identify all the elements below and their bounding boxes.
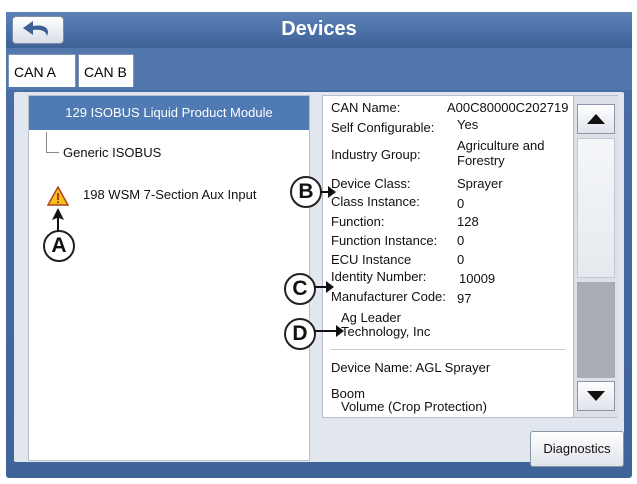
device-class-label: Device Class:: [331, 176, 411, 191]
device-details-panel: CAN Name: A00C80000C202719 Self Configur…: [322, 95, 618, 418]
scroll-up-button[interactable]: [577, 104, 615, 134]
class-instance-value: 0: [457, 196, 465, 211]
title-bar: Devices: [6, 12, 632, 48]
device-name: Device Name: AGL Sprayer: [331, 360, 491, 375]
page-title: Devices: [281, 18, 357, 40]
device-item-liquid-module[interactable]: 129 ISOBUS Liquid Product Module: [29, 96, 309, 130]
content-panel: 129 ISOBUS Liquid Product Module Generic…: [14, 92, 624, 467]
class-instance-label: Class Instance:: [331, 194, 420, 209]
scroll-down-button[interactable]: [577, 381, 615, 411]
details-divider: [331, 349, 565, 350]
ecu-instance-label: ECU Instance: [331, 252, 412, 267]
diagnostics-button[interactable]: Diagnostics: [530, 431, 624, 467]
identity-number-value: 10009: [459, 271, 496, 286]
devices-window: Devices CAN A CAN B 129 ISOBUS Liquid Pr…: [6, 12, 632, 478]
can-name-label: CAN Name:: [331, 100, 401, 115]
callout-a: A: [43, 230, 75, 262]
tab-can-a[interactable]: CAN A: [8, 54, 76, 87]
callout-c-arrow: [314, 281, 334, 293]
scroll-track[interactable]: [577, 282, 615, 378]
self-configurable-value: Yes: [457, 117, 479, 132]
function-instance-label: Function Instance:: [331, 233, 438, 248]
function-value: 128: [457, 214, 479, 229]
tree-connector: [46, 132, 59, 153]
tab-bar: CAN A CAN B: [6, 48, 632, 90]
callout-a-arrow: [52, 208, 64, 232]
manufacturer-name: Ag Leader Technology, Inc: [341, 310, 431, 339]
callout-c: C: [284, 273, 316, 305]
scroll-thumb[interactable]: [577, 138, 615, 278]
manufacturer-code-label: Manufacturer Code:: [331, 289, 446, 304]
function-label: Function:: [331, 214, 385, 229]
device-item-wsm-aux[interactable]: 198 WSM 7-Section Aux Input: [83, 187, 256, 202]
self-configurable-label: Self Configurable:: [331, 120, 435, 135]
device-tree: 129 ISOBUS Liquid Product Module Generic…: [28, 95, 310, 461]
callout-d: D: [284, 318, 316, 350]
can-name-value: A00C80000C202719: [447, 100, 569, 115]
ecu-instance-value: 0: [457, 252, 465, 267]
details-scrollbar[interactable]: [573, 96, 618, 417]
manufacturer-code-value: 97: [457, 291, 472, 306]
identity-number-label: Identity Number:: [331, 269, 427, 284]
tab-can-b[interactable]: CAN B: [78, 54, 134, 87]
warning-icon: [47, 186, 69, 206]
industry-group-label: Industry Group:: [331, 147, 421, 162]
callout-b: B: [290, 176, 322, 208]
industry-group-value: Agriculture and Forestry: [457, 138, 545, 168]
callout-d-arrow: [314, 325, 344, 337]
function-instance-value: 0: [457, 233, 465, 248]
boom-value: Volume (Crop Protection): [341, 399, 487, 414]
callout-b-arrow: [320, 186, 336, 198]
device-item-generic-isobus[interactable]: Generic ISOBUS: [63, 145, 161, 160]
device-class-value: Sprayer: [457, 176, 503, 191]
triangle-down-icon: [587, 391, 605, 401]
triangle-up-icon: [587, 114, 605, 124]
